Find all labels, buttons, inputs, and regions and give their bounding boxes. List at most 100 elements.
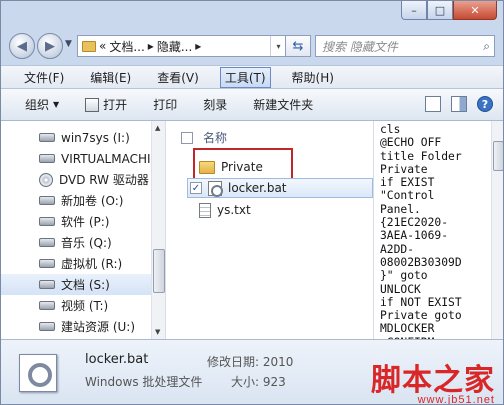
organize-button[interactable]: 组织 ▼ bbox=[25, 96, 59, 113]
folder-icon bbox=[82, 40, 96, 52]
scroll-thumb[interactable] bbox=[153, 249, 165, 293]
open-button[interactable]: 打开 bbox=[85, 96, 127, 113]
nav-item[interactable]: 音乐 (Q:) bbox=[1, 232, 151, 253]
watermark: 脚本之家 www.jb51.net bbox=[371, 364, 495, 405]
address-bar[interactable]: « 文档... ▸ 隐藏... ▸ ▾ bbox=[77, 35, 287, 57]
refresh-button[interactable]: ⇆ bbox=[285, 35, 311, 57]
scroll-down-icon[interactable]: ▼ bbox=[155, 328, 160, 336]
preview-pane-icon[interactable] bbox=[451, 96, 467, 112]
help-icon[interactable]: ? bbox=[477, 96, 493, 112]
burn-button[interactable]: 刻录 bbox=[203, 96, 227, 113]
batch-file-large-icon bbox=[19, 354, 57, 392]
address-separator[interactable]: ▸ bbox=[148, 39, 154, 53]
drive-icon bbox=[39, 154, 55, 163]
search-input[interactable]: 搜索 隐藏文件 ⌕ bbox=[315, 35, 495, 57]
drive-icon bbox=[39, 217, 55, 226]
scroll-up-icon[interactable]: ▲ bbox=[155, 124, 160, 132]
preview-line: 08002B30309D bbox=[380, 255, 462, 269]
nav-item[interactable]: 软件 (P:) bbox=[1, 211, 151, 232]
preview-line: cls bbox=[380, 123, 401, 136]
search-placeholder: 搜索 隐藏文件 bbox=[322, 39, 398, 54]
navigation-scrollbar[interactable]: ▲ ▼ bbox=[151, 121, 165, 339]
caption-buttons: – □ ✕ bbox=[401, 1, 497, 21]
burn-label: 刻录 bbox=[203, 98, 228, 112]
nav-item-label: DVD RW 驱动器 bbox=[59, 173, 149, 187]
forward-button[interactable]: ▶ bbox=[37, 33, 63, 59]
address-segment-documents[interactable]: 文档... bbox=[109, 38, 144, 55]
drive-icon bbox=[39, 301, 55, 310]
address-separator[interactable]: ▸ bbox=[195, 39, 201, 53]
menu-bar: 文件(F) 编辑(E) 查看(V) 工具(T) 帮助(H) bbox=[1, 65, 503, 89]
column-name-header[interactable]: 名称 bbox=[203, 129, 227, 146]
preview-line: title Folder bbox=[380, 149, 462, 163]
nav-item-label: 新加卷 (O:) bbox=[61, 194, 124, 208]
back-button[interactable]: ◀ bbox=[9, 33, 35, 59]
open-icon bbox=[85, 97, 100, 112]
text-file-icon bbox=[199, 202, 211, 218]
file-name: ys.txt bbox=[217, 203, 251, 217]
preview-line: Private goto bbox=[380, 309, 462, 323]
file-checkbox[interactable]: ✓ bbox=[190, 182, 202, 194]
details-file-name: locker.bat bbox=[85, 352, 149, 367]
open-label: 打开 bbox=[103, 98, 128, 112]
nav-item[interactable]: DVD RW 驱动器 bbox=[1, 169, 151, 190]
nav-item-label: 视频 (T:) bbox=[61, 299, 109, 313]
preview-line: {21EC2020- bbox=[380, 216, 449, 230]
preview-text: cls @ECHO OFF title Folder Private if EXIST "… bbox=[380, 123, 492, 339]
menu-tools[interactable]: 工具(T) bbox=[219, 66, 271, 88]
search-icon[interactable]: ⌕ bbox=[483, 39, 490, 54]
change-view-icon[interactable] bbox=[425, 96, 441, 112]
nav-item-label: VIRTUALMACHI bbox=[61, 151, 151, 166]
preview-line: MDLOCKER bbox=[380, 322, 435, 336]
menu-file[interactable]: 文件(F) bbox=[19, 67, 69, 88]
details-size: 大小: 923 bbox=[231, 375, 286, 389]
preview-line: UNLOCK bbox=[380, 282, 421, 296]
file-name: locker.bat bbox=[228, 181, 287, 195]
address-segment-hidden[interactable]: 隐藏... bbox=[157, 38, 192, 55]
arrow-left-icon: ◀ bbox=[17, 38, 27, 54]
maximize-button[interactable]: □ bbox=[427, 1, 453, 20]
menu-edit[interactable]: 编辑(E) bbox=[85, 67, 136, 88]
nav-item[interactable]: 虚拟机 (R:) bbox=[1, 253, 151, 274]
details-file-type: Windows 批处理文件 bbox=[85, 375, 203, 389]
file-name: Private bbox=[221, 160, 263, 174]
new-folder-label: 新建文件夹 bbox=[253, 98, 314, 112]
nav-item[interactable]: VIRTUALMACHI bbox=[1, 148, 151, 169]
address-dropdown-button[interactable]: ▾ bbox=[270, 36, 286, 56]
explorer-window: – □ ✕ ◀ ▶ ▼ « 文档... ▸ 隐藏... ▸ ▾ ⇆ 搜索 隐藏文… bbox=[0, 0, 504, 405]
address-prefix[interactable]: « bbox=[99, 39, 106, 53]
navigation-row: ◀ ▶ ▼ « 文档... ▸ 隐藏... ▸ ▾ ⇆ 搜索 隐藏文件 ⌕ bbox=[1, 29, 503, 65]
drive-icon bbox=[39, 196, 55, 205]
close-button[interactable]: ✕ bbox=[453, 1, 497, 20]
nav-item[interactable]: 文档 (S:) bbox=[1, 274, 151, 295]
file-item-private[interactable]: Private bbox=[199, 157, 263, 177]
nav-item[interactable]: 建站资源 (U:) bbox=[1, 316, 151, 337]
drive-icon bbox=[39, 322, 55, 331]
menu-view[interactable]: 查看(V) bbox=[152, 67, 204, 88]
preview-pane: cls @ECHO OFF title Folder Private if EXIST "… bbox=[373, 121, 503, 339]
new-folder-button[interactable]: 新建文件夹 bbox=[253, 96, 313, 113]
nav-item[interactable]: win7sys (I:) bbox=[1, 127, 151, 148]
file-item-locker-bat[interactable]: ✓ locker.bat bbox=[187, 178, 373, 198]
print-button[interactable]: 打印 bbox=[153, 96, 177, 113]
folder-icon bbox=[199, 160, 215, 174]
minimize-button[interactable]: – bbox=[401, 1, 427, 20]
preview-scrollbar[interactable] bbox=[491, 121, 503, 339]
content-area: win7sys (I:) VIRTUALMACHI DVD RW 驱动器 新加卷 (O… bbox=[1, 121, 503, 339]
file-list-pane: 名称 Private ✓ locker.bat ys.txt bbox=[167, 121, 373, 339]
scroll-thumb[interactable] bbox=[493, 141, 503, 171]
recent-pages-dropdown[interactable]: ▼ bbox=[65, 39, 72, 49]
navigation-list: win7sys (I:) VIRTUALMACHI DVD RW 驱动器 新加卷 (O… bbox=[1, 127, 151, 337]
menu-help[interactable]: 帮助(H) bbox=[287, 67, 339, 88]
disc-icon bbox=[39, 172, 53, 187]
batch-file-icon bbox=[208, 180, 223, 197]
select-all-checkbox[interactable] bbox=[181, 131, 193, 144]
file-item-ys-txt[interactable]: ys.txt bbox=[199, 200, 251, 220]
preview-line: @ECHO OFF bbox=[380, 136, 442, 150]
nav-item-label: 文档 (S:) bbox=[61, 278, 110, 292]
nav-item[interactable]: 新加卷 (O:) bbox=[1, 190, 151, 211]
preview-line: "Control bbox=[380, 189, 435, 203]
preview-line: 3AEA-1069- bbox=[380, 229, 449, 243]
nav-item[interactable]: 视频 (T:) bbox=[1, 295, 151, 316]
print-label: 打印 bbox=[153, 98, 178, 112]
